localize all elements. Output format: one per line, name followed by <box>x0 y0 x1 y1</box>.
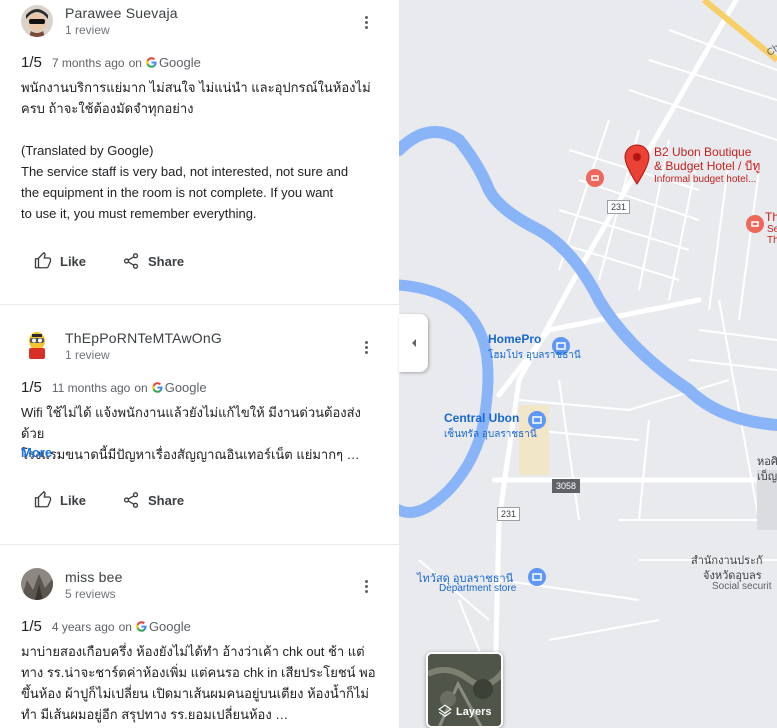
review-time: 4 years ago <box>51 620 115 634</box>
share-label: Share <box>148 253 185 269</box>
map-base <box>399 0 777 728</box>
reviewer-avatar[interactable] <box>21 5 53 37</box>
thumbs-up-icon <box>34 491 52 508</box>
reviewer-avatar[interactable] <box>21 568 53 600</box>
central-ubon-label[interactable]: Central Ubon <box>444 411 519 425</box>
reviewer-review-count: 1 review <box>65 348 110 362</box>
review-text: Wifi ใช้ไม่ได้ แจ้งพนักงานแล้วยังไม่แก้ไ… <box>21 405 361 462</box>
google-g-icon <box>136 621 147 632</box>
social-security-label: Social securit <box>712 581 772 592</box>
review-on-text: on <box>134 381 148 395</box>
review-divider <box>0 544 399 545</box>
review-time: 7 months ago <box>51 56 125 70</box>
reviewer-review-count: 1 review <box>65 23 110 37</box>
hotel-category-label: Informal budget hotel... <box>654 174 757 185</box>
reviewer-name[interactable]: Parawee Suevaja <box>65 5 178 21</box>
review-time: 11 months ago <box>51 381 131 395</box>
department-store-label: Department store <box>439 583 517 594</box>
route-shield-3058: 3058 <box>552 479 581 493</box>
hotel-name-line2: & Budget Hotel / บีทู <box>654 159 761 173</box>
thumbs-up-icon <box>34 252 52 269</box>
hotel-name-label[interactable]: B2 Ubon Boutique & Budget Hotel / บีทู <box>654 145 760 173</box>
more-link[interactable]: More <box>21 445 52 460</box>
google-g-icon <box>146 57 157 68</box>
google-g-icon <box>151 382 163 393</box>
review-on-text: on <box>128 56 142 70</box>
edge-poi-label-th2: Th <box>767 235 777 246</box>
reviewer-avatar[interactable] <box>21 329 53 361</box>
share-button[interactable]: Share <box>122 491 184 509</box>
share-button[interactable]: Share <box>122 252 184 270</box>
share-icon <box>123 492 139 508</box>
rating-line: 1/5 4 years ago on Google <box>21 618 191 635</box>
more-options-icon[interactable] <box>356 337 376 357</box>
right-label-2: เบ็ญจะ <box>757 471 777 483</box>
hotel-name-line1: B2 Ubon Boutique <box>654 145 752 159</box>
like-button[interactable]: Like <box>34 491 86 509</box>
map-view[interactable]: B2 Ubon Boutique & Budget Hotel / บีทู I… <box>399 0 777 728</box>
review-source: Google <box>158 55 201 70</box>
layers-button[interactable]: Layers <box>426 652 503 728</box>
route-shield-231: 231 <box>497 507 521 521</box>
review-text: มาบ่ายสองเกือบครึ่ง ห้องยังไม่ได้ทำ อ้าง… <box>21 644 376 722</box>
homepro-thai-label: โฮมโปร อุบลราชธานี <box>488 350 581 361</box>
like-label: Like <box>60 492 87 508</box>
like-label: Like <box>60 253 87 269</box>
rating-score: 1/5 <box>21 54 42 71</box>
review-on-text: on <box>118 620 132 634</box>
layers-label: Layers <box>456 706 492 718</box>
reviews-pane: Parawee Suevaja 1 review 1/5 7 months ag… <box>0 0 399 728</box>
reviewer-name[interactable]: miss bee <box>65 569 123 585</box>
reviewer-name[interactable]: ThEpPoRNTeMTAwOnG <box>65 330 222 346</box>
chevron-left-icon <box>411 339 416 347</box>
rating-score: 1/5 <box>21 618 42 635</box>
layers-icon <box>438 704 452 717</box>
share-label: Share <box>148 492 185 508</box>
review-source: Google <box>148 619 191 634</box>
central-ubon-thai-label: เซ็นทรัล อุบลราชธานี <box>444 429 537 440</box>
like-button[interactable]: Like <box>34 252 86 270</box>
reviewer-review-count: 5 reviews <box>65 587 116 601</box>
rating-line: 1/5 7 months ago on Google <box>21 54 201 71</box>
review-source: Google <box>164 380 207 395</box>
review-divider <box>0 304 399 305</box>
edge-poi-label-th: Th <box>765 210 777 224</box>
rating-line: 1/5 11 months ago on Google <box>21 379 207 396</box>
homepro-label[interactable]: HomePro <box>488 332 541 346</box>
more-options-icon[interactable] <box>356 12 376 32</box>
rating-score: 1/5 <box>21 379 42 396</box>
share-icon <box>123 253 139 269</box>
collapse-panel-button[interactable] <box>399 314 428 372</box>
more-options-icon[interactable] <box>356 576 376 596</box>
route-shield-231: 231 <box>607 200 631 214</box>
review-text: พนักงานบริการแย่มาก ไม่สนใจ ไม่แน่นำ และ… <box>21 80 371 221</box>
